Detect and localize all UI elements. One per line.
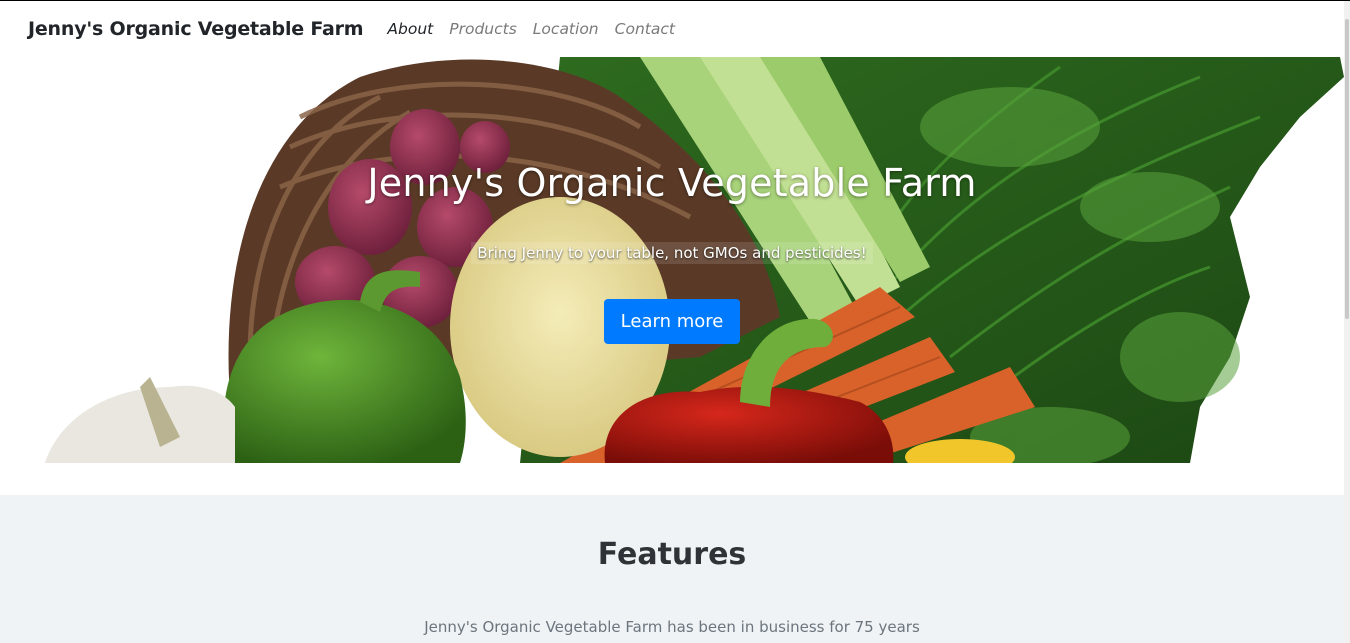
- nav-link-location[interactable]: Location: [533, 20, 599, 38]
- hero-button-wrap: Learn more: [0, 299, 1344, 344]
- scrollbar-thumb[interactable]: [1345, 19, 1349, 319]
- features-text: Jenny's Organic Vegetable Farm has been …: [424, 618, 920, 636]
- page-scrollbar[interactable]: [1344, 1, 1350, 643]
- features-heading: Features: [597, 537, 747, 572]
- hero-subtitle: Bring Jenny to your table, not GMOs and …: [471, 242, 873, 264]
- learn-more-button[interactable]: Learn more: [603, 299, 741, 344]
- nav-link-contact[interactable]: Contact: [615, 20, 675, 38]
- navbar: Jenny's Organic Vegetable Farm About Pro…: [0, 1, 1344, 57]
- brand-link[interactable]: Jenny's Organic Vegetable Farm: [28, 18, 364, 40]
- hero-subtitle-wrap: Bring Jenny to your table, not GMOs and …: [0, 242, 1344, 264]
- features-section: Features Jenny's Organic Vegetable Farm …: [0, 495, 1344, 643]
- nav-link-about[interactable]: About: [387, 20, 433, 38]
- hero-title: Jenny's Organic Vegetable Farm: [367, 161, 977, 205]
- hero-section: Jenny's Organic Vegetable Farm Bring Jen…: [0, 57, 1344, 463]
- nav-link-products[interactable]: Products: [449, 20, 517, 38]
